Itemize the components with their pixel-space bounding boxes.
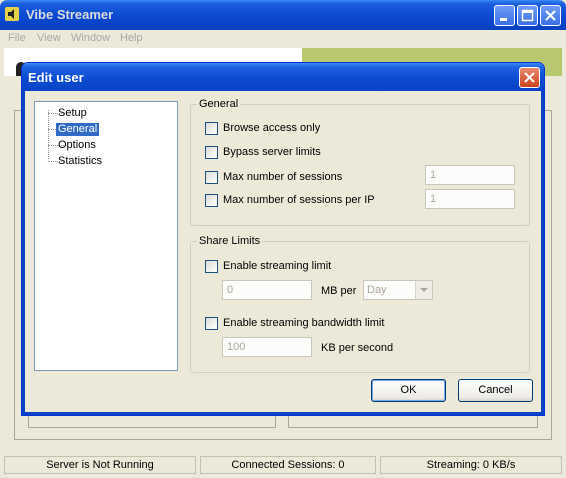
menu-view[interactable]: View [37, 32, 61, 44]
dialog-close-button[interactable] [519, 67, 540, 88]
checkbox-box[interactable] [205, 317, 218, 330]
status-sessions: Connected Sessions: 0 [200, 456, 376, 474]
status-bar: Server is Not Running Connected Sessions… [4, 456, 562, 476]
menu-file[interactable]: File [8, 32, 26, 44]
checkbox-label: Enable streaming bandwidth limit [223, 317, 385, 329]
dialog-title: Edit user [28, 70, 84, 85]
dialog-border-left [22, 91, 25, 415]
checkbox-box[interactable] [205, 122, 218, 135]
tree-item-setup[interactable]: Setup [56, 107, 89, 120]
menu-bar: File View Window Help [4, 30, 562, 48]
speaker-icon [5, 7, 19, 21]
menu-window[interactable]: Window [71, 32, 110, 44]
settings-tree: Setup General Options Statistics [34, 101, 178, 371]
minimize-button[interactable] [494, 5, 515, 26]
checkbox-label: Browse access only [223, 122, 321, 134]
dialog-titlebar[interactable]: Edit user [22, 63, 544, 91]
chevron-down-icon [420, 288, 428, 292]
tree-item-statistics[interactable]: Statistics [56, 155, 104, 168]
tree-item-options[interactable]: Options [56, 139, 98, 152]
minimize-icon [500, 18, 507, 21]
checkbox-box[interactable] [205, 194, 218, 207]
main-titlebar[interactable]: Vibe Streamer [0, 0, 566, 30]
dialog-border-right [541, 91, 544, 415]
status-server: Server is Not Running [4, 456, 196, 474]
maximize-icon [521, 9, 534, 22]
checkbox-box[interactable] [205, 171, 218, 184]
kb-per-second-label: KB per second [321, 342, 394, 354]
period-select-value: Day [367, 284, 387, 296]
cancel-button[interactable]: Cancel [458, 379, 533, 402]
checkbox-label: Bypass server limits [223, 146, 321, 158]
general-group: General Browse access only Bypass server… [190, 98, 530, 226]
share-limits-group-title: Share Limits [197, 235, 263, 248]
max-sessions-input[interactable]: 1 [425, 165, 515, 185]
checkbox-box[interactable] [205, 146, 218, 159]
main-window-title: Vibe Streamer [26, 7, 114, 22]
tree-line [48, 110, 49, 159]
checkbox-box[interactable] [205, 260, 218, 273]
close-icon [545, 10, 556, 21]
general-group-title: General [197, 98, 241, 111]
tree-item-general[interactable]: General [56, 123, 100, 136]
mb-per-label: MB per [321, 285, 357, 297]
bandwidth-limit-input[interactable]: 100 [222, 337, 312, 357]
period-select[interactable]: Day [363, 280, 433, 300]
maximize-button[interactable] [517, 5, 538, 26]
streaming-limit-input[interactable]: 0 [222, 280, 312, 300]
checkbox-label: Max number of sessions [223, 171, 343, 183]
share-limits-group: Share Limits Enable streaming limit 0 MB… [190, 235, 530, 373]
checkbox-label: Max number of sessions per IP [223, 194, 375, 206]
menu-help[interactable]: Help [120, 32, 143, 44]
max-sessions-per-ip-input[interactable]: 1 [425, 189, 515, 209]
ok-button[interactable]: OK [371, 379, 446, 402]
checkbox-label: Enable streaming limit [223, 260, 332, 272]
status-streaming: Streaming: 0 KB/s [380, 456, 562, 474]
dialog-border-bottom [22, 412, 544, 415]
edit-user-dialog: Edit user Setup General Options Statisti… [21, 62, 545, 416]
main-close-button[interactable] [540, 5, 561, 26]
close-icon [524, 72, 535, 83]
dropdown-button[interactable] [415, 281, 432, 299]
